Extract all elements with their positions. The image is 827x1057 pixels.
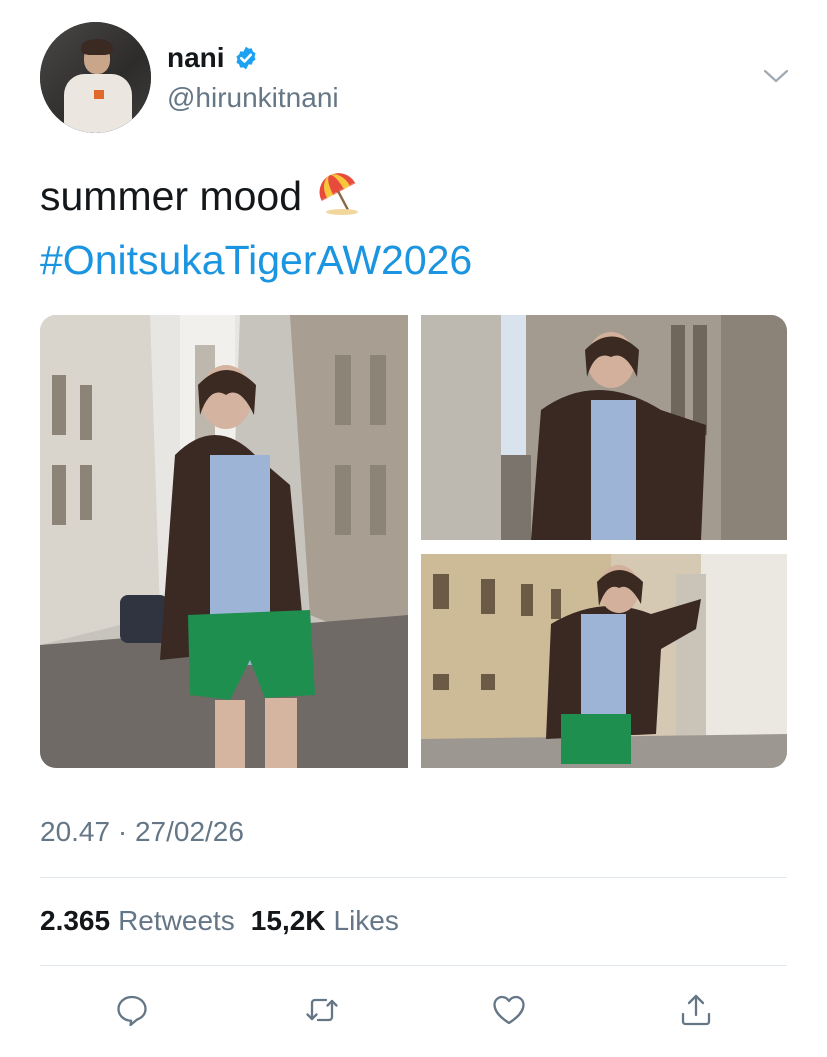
beach-umbrella-emoji-icon <box>316 170 362 216</box>
tweet-body: summer mood <box>40 173 303 219</box>
like-button[interactable] <box>487 988 531 1032</box>
hashtag-link[interactable]: #OnitsukaTigerAW2026 <box>40 234 472 286</box>
reply-icon <box>117 995 147 1027</box>
retweets-label[interactable]: Retweets <box>118 905 235 937</box>
divider <box>40 877 787 878</box>
media-grid <box>40 315 787 768</box>
action-bar <box>0 988 827 1032</box>
tweet-photo-2[interactable] <box>421 315 787 540</box>
user-handle[interactable]: @hirunkitnani <box>167 82 339 114</box>
chevron-down-icon[interactable] <box>762 66 790 86</box>
share-button[interactable] <box>674 988 718 1032</box>
name-row: nani <box>167 42 259 74</box>
heart-icon <box>493 995 525 1025</box>
tweet-timestamp[interactable]: 20.47 · 27/02/26 <box>40 816 244 848</box>
reply-button[interactable] <box>110 988 154 1032</box>
retweet-icon <box>306 998 338 1022</box>
divider <box>40 965 787 966</box>
retweet-button[interactable] <box>300 988 344 1032</box>
tweet-photo-1[interactable] <box>40 315 408 768</box>
verified-badge-icon <box>233 45 259 71</box>
likes-count[interactable]: 15,2K <box>251 905 326 937</box>
likes-label[interactable]: Likes <box>334 905 399 937</box>
tweet-text: summer mood <box>40 170 362 222</box>
share-icon <box>681 994 711 1026</box>
retweets-count[interactable]: 2.365 <box>40 905 110 937</box>
tweet-photo-3[interactable] <box>421 554 787 768</box>
avatar[interactable] <box>40 22 151 133</box>
engagement-stats: 2.365 Retweets 15,2K Likes <box>40 905 407 937</box>
display-name[interactable]: nani <box>167 42 225 74</box>
